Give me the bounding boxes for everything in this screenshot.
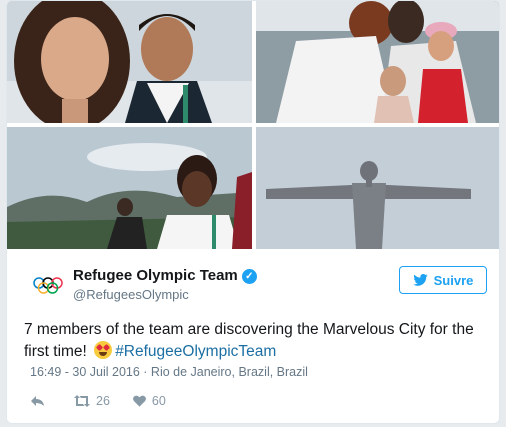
tweet-timestamp[interactable]: 16:49 - 30 Juil 2016 · Rio de Janeiro, B… — [30, 365, 308, 379]
heart-icon — [132, 395, 146, 407]
tweet-header: Refugee Olympic Team ✓ @RefugeesOlympic S… — [30, 264, 490, 314]
photo-group-illustration — [256, 1, 499, 123]
tweet-actions: 26 60 — [30, 390, 188, 412]
account-handle[interactable]: @RefugeesOlympic — [73, 287, 189, 302]
account-name[interactable]: Refugee Olympic Team — [73, 267, 238, 284]
twitter-bird-icon — [412, 274, 428, 286]
tweet-card: Refugee Olympic Team ✓ @RefugeesOlympic S… — [6, 0, 500, 424]
photo-selfie[interactable] — [7, 1, 252, 123]
retweet-icon — [74, 395, 90, 407]
retweet-count: 26 — [96, 394, 110, 408]
tweet-text: 7 members of the team are discovering th… — [24, 319, 484, 363]
account-name-row[interactable]: Refugee Olympic Team ✓ — [73, 267, 257, 284]
like-button[interactable]: 60 — [132, 394, 166, 408]
heart-eyes-emoji-icon — [94, 341, 113, 359]
photo-group[interactable] — [256, 1, 499, 123]
retweet-button[interactable]: 26 — [73, 394, 110, 408]
verified-badge-icon: ✓ — [241, 268, 257, 284]
reply-button[interactable] — [30, 394, 51, 408]
follow-button[interactable]: Suivre — [399, 266, 487, 294]
photo-viewpoint-illustration — [7, 127, 252, 249]
olympic-rings-icon[interactable] — [30, 268, 66, 304]
media-grid — [7, 1, 499, 249]
hashtag-link[interactable]: #RefugeeOlympicTeam — [115, 343, 276, 360]
photo-selfie-illustration — [7, 1, 252, 123]
reply-icon — [31, 396, 44, 406]
photo-viewpoint[interactable] — [7, 127, 252, 249]
follow-label: Suivre — [433, 272, 474, 288]
photo-statue-illustration — [256, 127, 499, 249]
like-count: 60 — [151, 394, 166, 408]
photo-christ-redeemer[interactable] — [256, 127, 499, 249]
